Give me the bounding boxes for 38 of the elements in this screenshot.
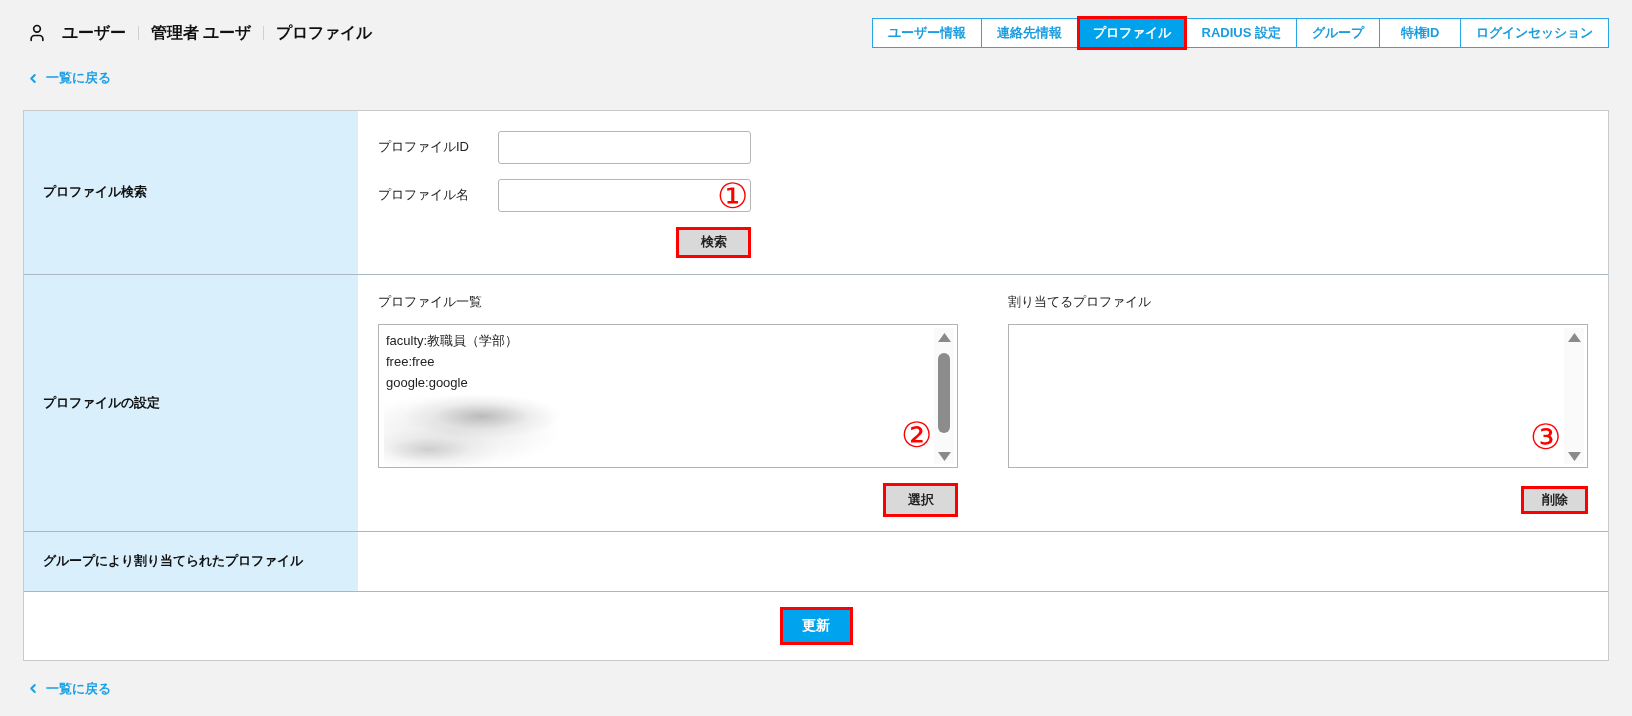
down-arrow-icon[interactable] <box>1567 451 1581 461</box>
up-arrow-icon[interactable] <box>937 332 951 342</box>
input-field[interactable] <box>498 178 751 212</box>
input-field[interactable] <box>498 130 751 164</box>
field-label: プロファイルID <box>378 138 470 156</box>
list-title: プロファイル一覧 <box>378 292 482 311</box>
tab[interactable]: 特権ID <box>1379 18 1461 48</box>
tab[interactable]: RADIUS 設定 <box>1185 18 1297 48</box>
scrollbar-thumb[interactable] <box>938 352 950 433</box>
back-link[interactable]: 一覧に戻る <box>23 69 111 87</box>
section-label: プロファイル検索 <box>24 110 358 274</box>
callout-number: ② <box>901 416 932 452</box>
list-item[interactable]: google:google <box>384 371 468 393</box>
tab[interactable]: ログインセッション <box>1460 18 1609 48</box>
callout-number: ① <box>717 177 748 213</box>
breadcrumb-item: ユーザー <box>62 22 126 43</box>
up-arrow-icon[interactable] <box>1567 332 1581 342</box>
list-item[interactable]: faculty:教職員（学部） <box>384 329 519 351</box>
tab[interactable]: ユーザー情報 <box>871 18 982 48</box>
section-label: グループにより割り当てられたプロファイル <box>24 531 358 591</box>
breadcrumb-item: プロファイル <box>276 22 373 43</box>
section-label: プロファイルの設定 <box>24 274 358 531</box>
tab[interactable]: グループ <box>1296 18 1380 48</box>
back-link[interactable]: 一覧に戻る <box>23 679 111 698</box>
delete-button[interactable]: 削除 <box>1521 485 1588 514</box>
tab[interactable]: プロファイル <box>1076 16 1187 50</box>
breadcrumb-item: 管理者 ユーザ <box>151 22 252 43</box>
update-button[interactable]: 更新 <box>779 606 853 645</box>
tab[interactable]: 連絡先情報 <box>980 18 1078 48</box>
callout-number: ③ <box>1530 418 1561 454</box>
field-label: プロファイル名 <box>378 186 470 204</box>
list-box[interactable] <box>1008 323 1588 468</box>
list-title: 割り当てるプロファイル <box>1008 292 1151 311</box>
down-arrow-icon[interactable] <box>937 451 951 461</box>
select-button[interactable]: 選択 <box>883 482 958 517</box>
list-item[interactable]: free:free <box>384 350 435 372</box>
user-icon <box>27 23 47 43</box>
search-button[interactable]: 検索 <box>676 226 751 258</box>
